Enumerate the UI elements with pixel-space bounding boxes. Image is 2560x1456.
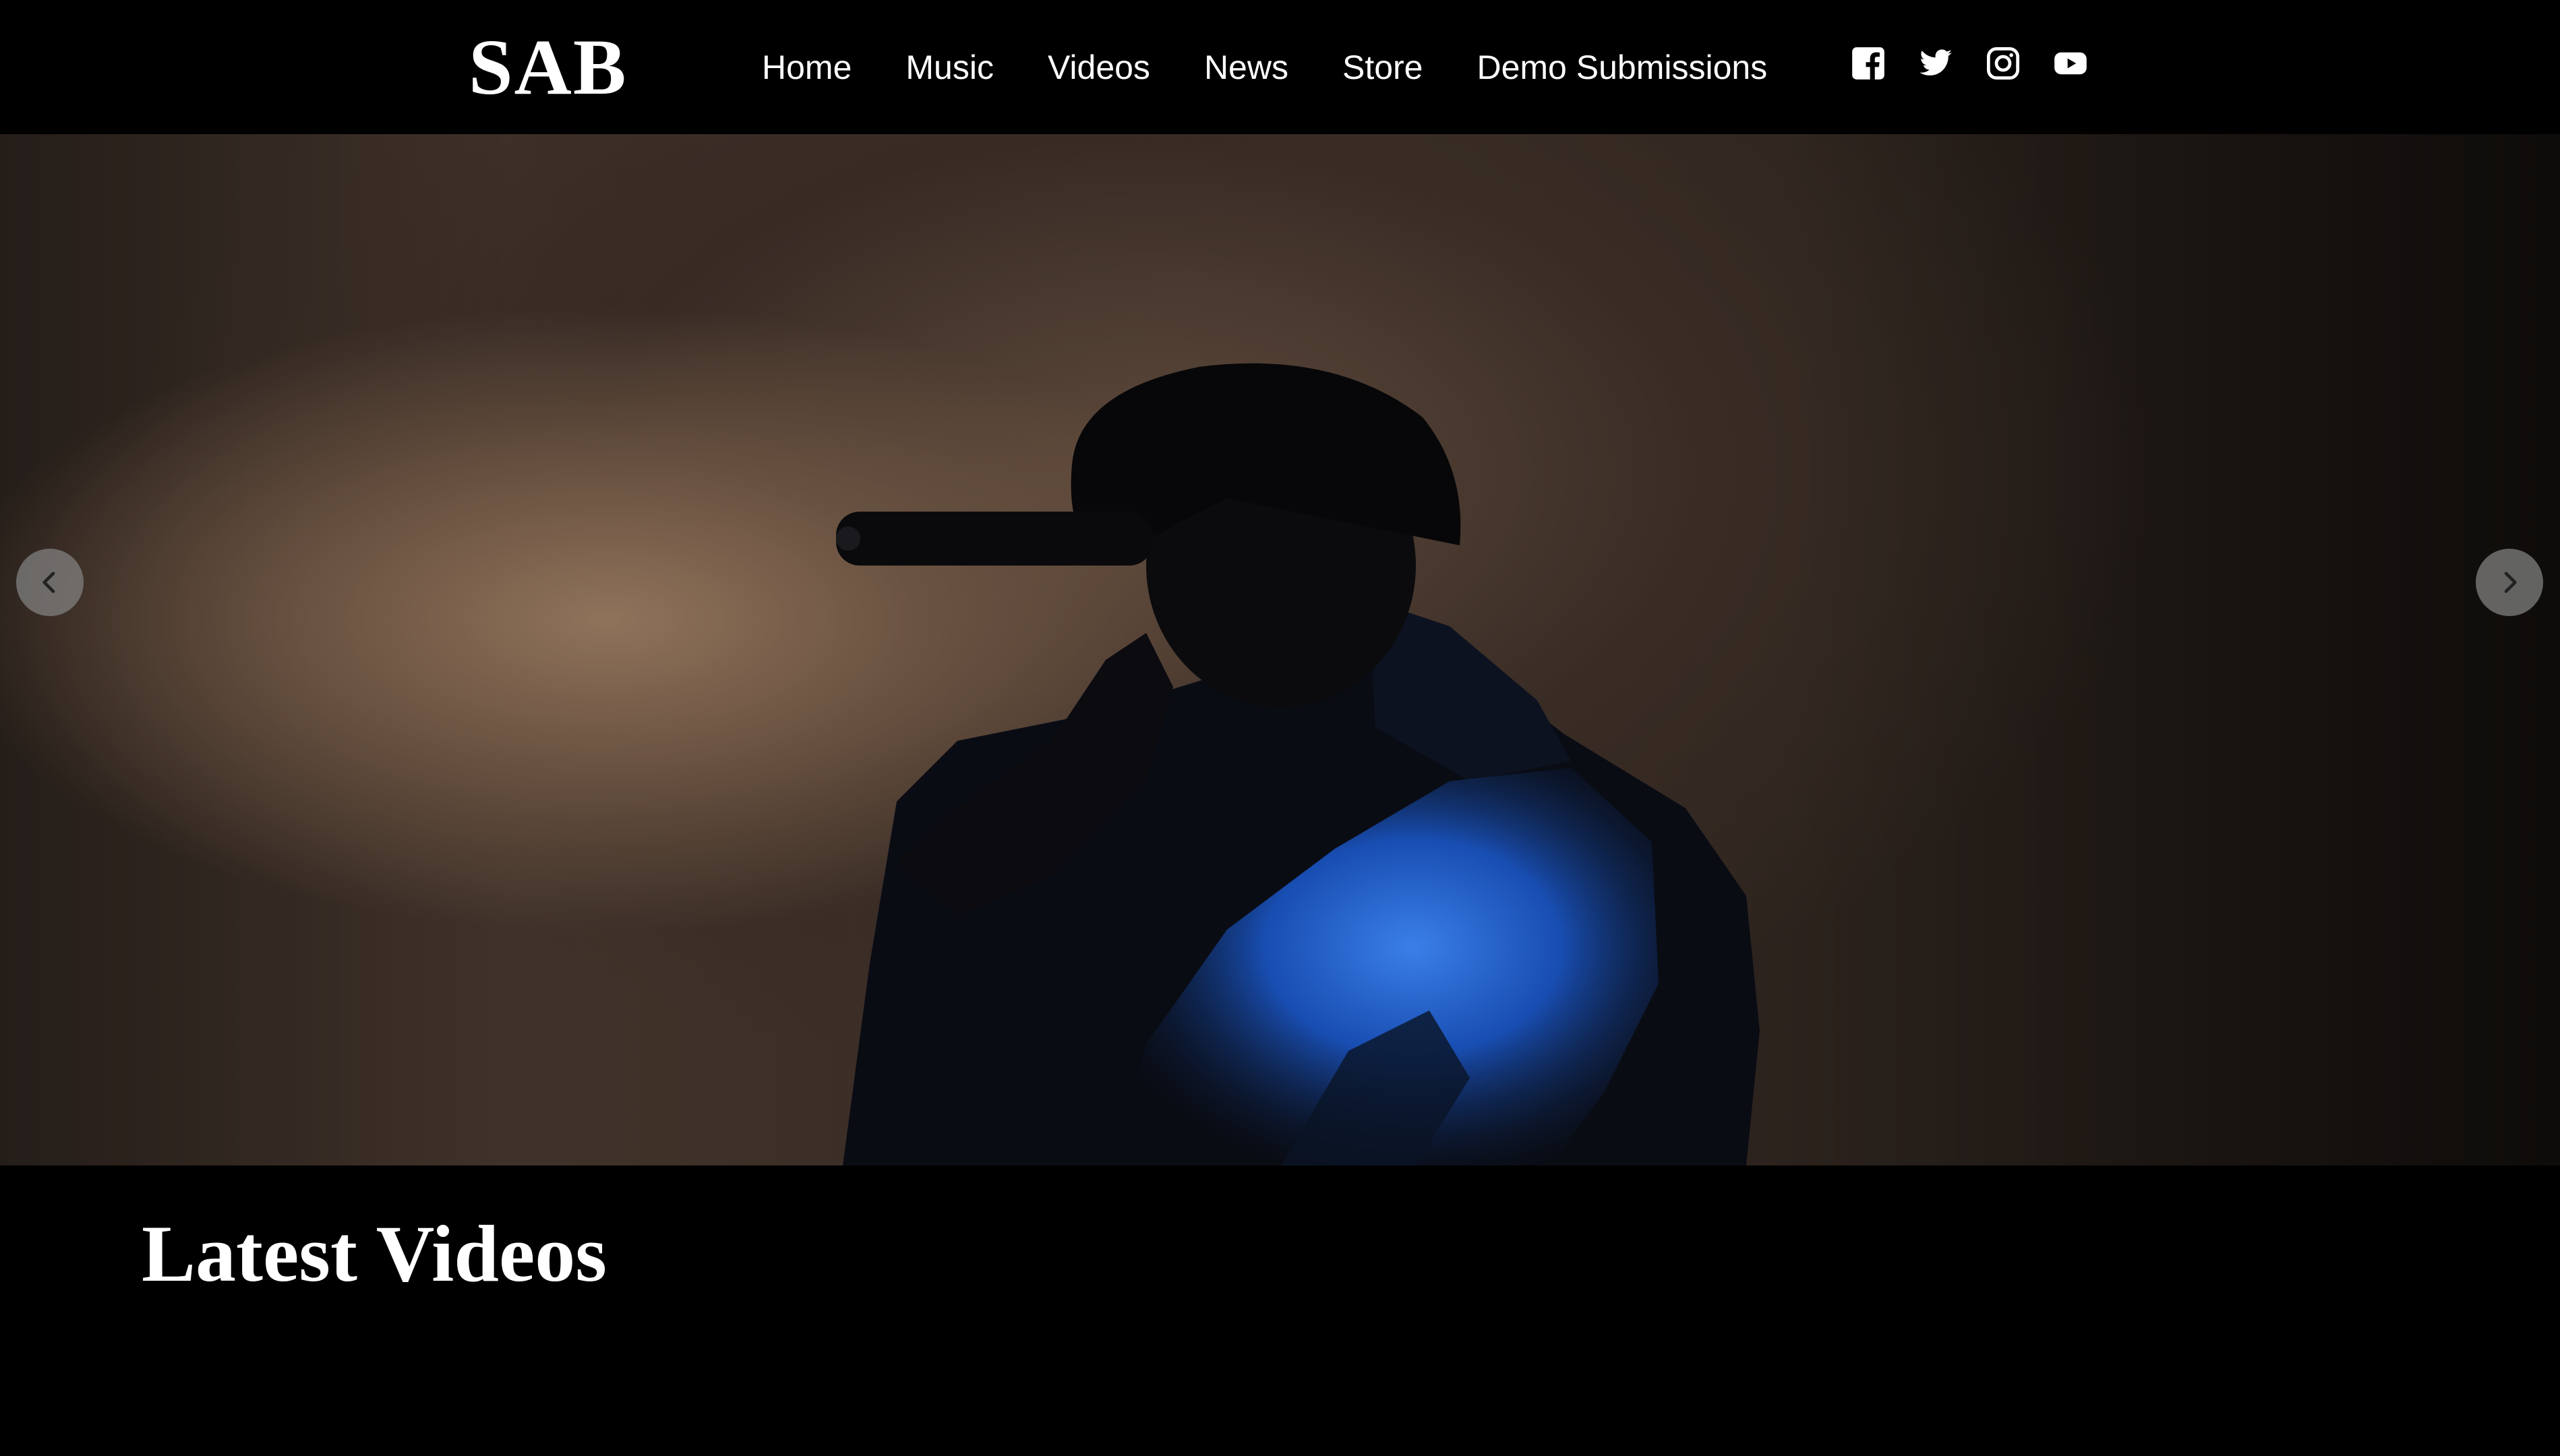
- youtube-icon[interactable]: [2053, 46, 2088, 81]
- instagram-icon[interactable]: [1986, 46, 2021, 81]
- nav-store[interactable]: Store: [1342, 48, 1423, 87]
- social-links: [1851, 46, 2120, 81]
- chevron-right-icon: [2504, 572, 2517, 593]
- carousel-prev-button[interactable]: [16, 549, 84, 616]
- hero-carousel: [0, 134, 2560, 1165]
- nav-news[interactable]: News: [1204, 48, 1288, 87]
- latest-videos-heading: Latest Videos: [142, 1209, 607, 1298]
- main-nav: Home Music Videos News Store Demo Submis…: [762, 42, 1821, 93]
- performer-with-microphone-photo: [0, 134, 2560, 1165]
- carousel-next-button[interactable]: [2476, 549, 2543, 616]
- twitter-icon[interactable]: [1918, 46, 1953, 81]
- nav-music[interactable]: Music: [905, 48, 994, 87]
- site-logo[interactable]: SAB: [469, 20, 628, 115]
- site-header: SAB Home Music Videos News Store Demo Su…: [0, 0, 2560, 134]
- nav-demo-submissions[interactable]: Demo Submissions: [1477, 48, 1767, 87]
- nav-home[interactable]: Home: [762, 48, 852, 87]
- chevron-left-icon: [42, 572, 55, 593]
- facebook-icon[interactable]: [1851, 46, 1886, 81]
- nav-videos[interactable]: Videos: [1048, 48, 1150, 87]
